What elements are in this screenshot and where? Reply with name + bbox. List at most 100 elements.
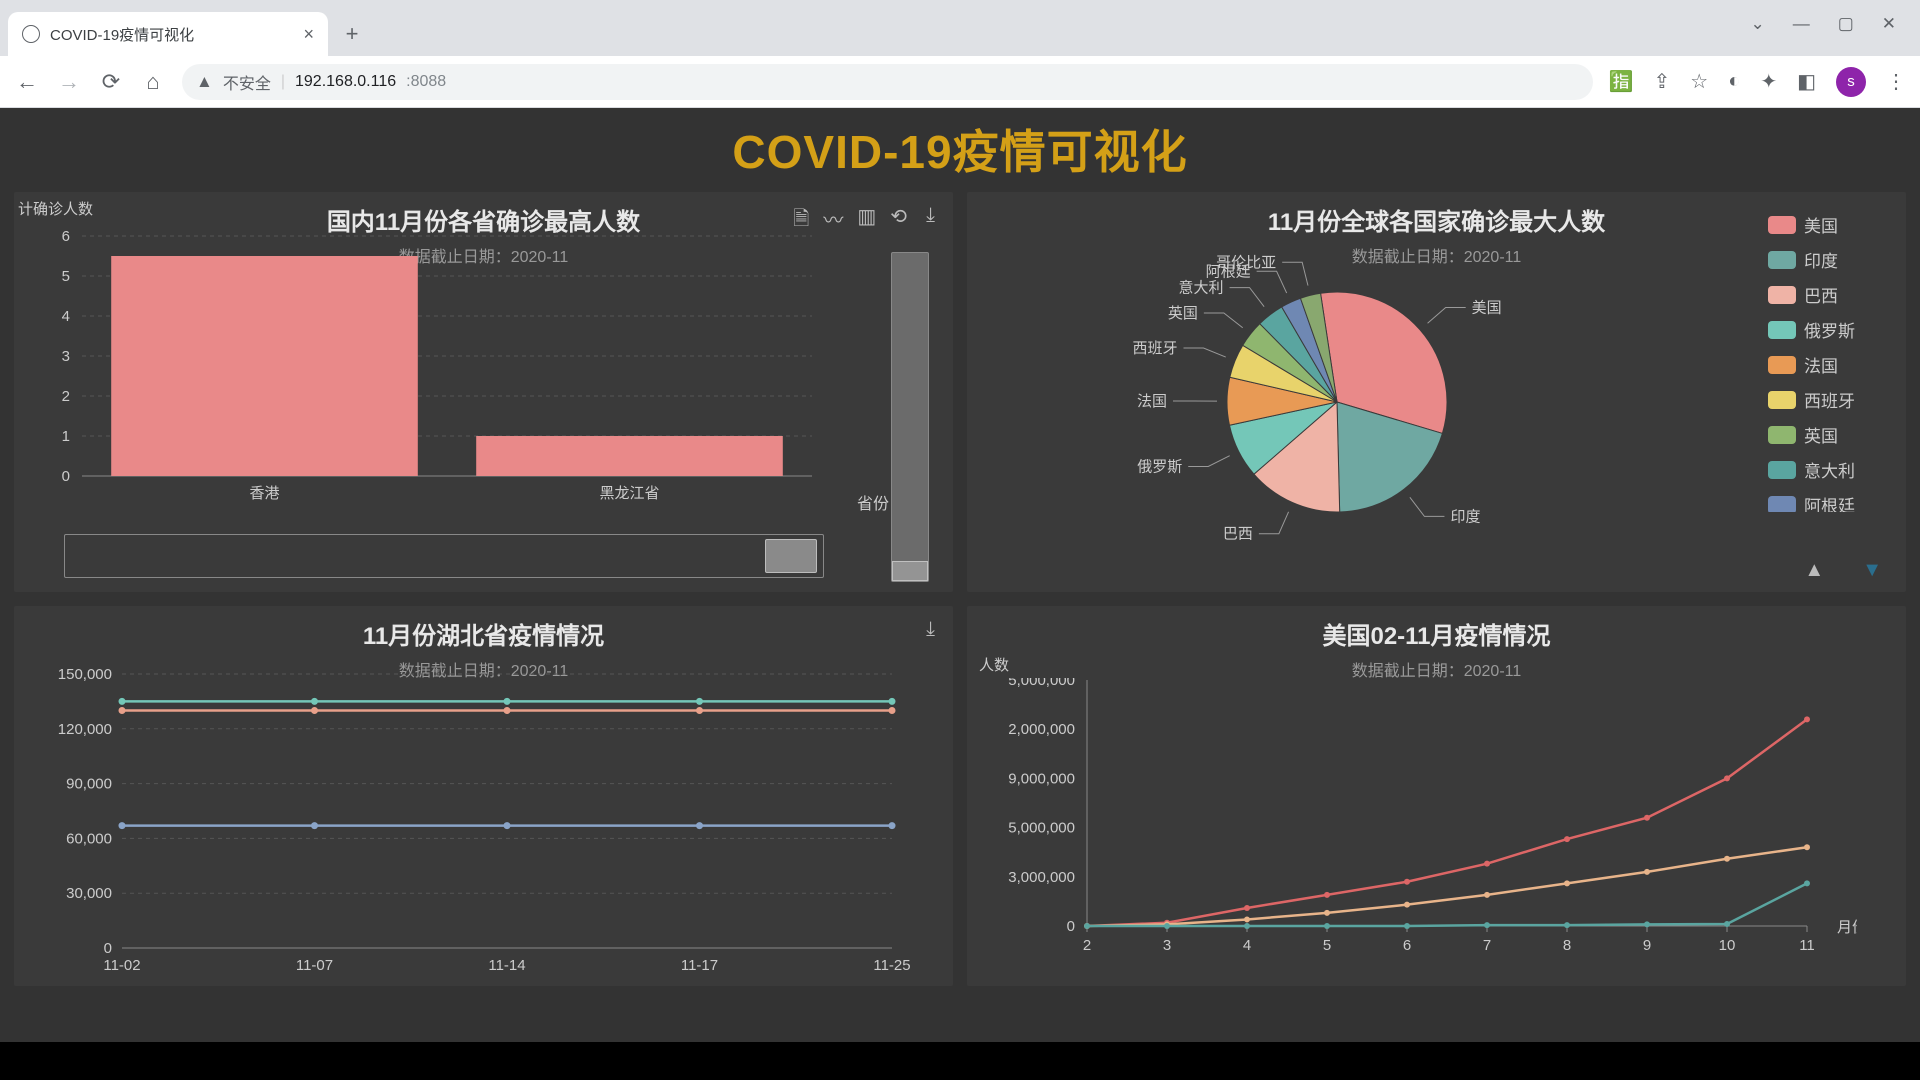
legend-swatch <box>1768 356 1796 374</box>
svg-text:11: 11 <box>1799 937 1815 954</box>
svg-text:5,000,000: 5,000,000 <box>1008 820 1075 837</box>
extensions-icon[interactable]: ✦ <box>1760 69 1777 94</box>
legend-swatch <box>1768 286 1796 304</box>
legend-label: 美国 <box>1804 212 1838 237</box>
close-window-icon[interactable]: ✕ <box>1882 14 1896 34</box>
svg-text:5: 5 <box>62 268 70 285</box>
legend-item[interactable]: 英国 <box>1768 422 1888 447</box>
panel-us: 美国02-11月疫情情况 数据截止日期：2020-11 人数 03,000,00… <box>967 606 1906 986</box>
legend-swatch <box>1768 426 1796 444</box>
forward-icon[interactable]: → <box>56 69 82 95</box>
address-bar: ← → ⟳ ⌂ ▲ 不安全 | 192.168.0.116:8088 🈯 ⇪ ☆… <box>0 56 1920 108</box>
toolbar-icons: 🈯 ⇪ ☆ ◐ ✦ ◧ s ⋮ <box>1609 67 1906 97</box>
bar-toggle-icon[interactable]: ▥ <box>857 204 876 238</box>
vertical-zoom-slider[interactable] <box>891 252 929 582</box>
browser-tab[interactable]: COVID-19疫情可视化 × <box>8 12 328 56</box>
legend-up-icon[interactable]: ▲ <box>1804 559 1824 582</box>
legend-item[interactable]: 西班牙 <box>1768 387 1888 412</box>
restore-icon[interactable]: ⟲ <box>890 204 907 238</box>
download-icon[interactable]: ⤓ <box>926 618 935 641</box>
legend-swatch <box>1768 321 1796 339</box>
omnibox[interactable]: ▲ 不安全 | 192.168.0.116:8088 <box>182 64 1593 100</box>
svg-text:60,000: 60,000 <box>66 830 112 847</box>
svg-text:9: 9 <box>1643 937 1651 954</box>
svg-text:1: 1 <box>62 428 70 445</box>
profile-avatar[interactable]: s <box>1836 67 1866 97</box>
tab-bar: COVID-19疫情可视化 × + ⌄ — ▢ ✕ <box>0 0 1920 56</box>
y-axis-label: 人数 <box>979 654 1009 675</box>
pie-chart: 美国印度巴西俄罗斯法国西班牙英国意大利阿根廷哥伦比亚 <box>987 232 1707 572</box>
svg-text:11-02: 11-02 <box>103 957 140 974</box>
legend-label: 巴西 <box>1804 282 1838 307</box>
svg-text:0: 0 <box>104 940 112 957</box>
legend-item[interactable]: 印度 <box>1768 247 1888 272</box>
url-host: 192.168.0.116 <box>295 73 396 91</box>
svg-text:2: 2 <box>1083 937 1091 954</box>
legend-item[interactable]: 法国 <box>1768 352 1888 377</box>
legend-item[interactable]: 俄罗斯 <box>1768 317 1888 342</box>
svg-text:法国: 法国 <box>1137 393 1167 410</box>
globe-icon <box>22 25 40 43</box>
home-icon[interactable]: ⌂ <box>140 69 166 95</box>
security-label: 不安全 <box>223 70 271 94</box>
legend-swatch <box>1768 461 1796 479</box>
chevron-down-icon[interactable]: ⌄ <box>1750 14 1764 34</box>
svg-text:11-17: 11-17 <box>681 957 718 974</box>
chart-grid: 国内11月份各省确诊最高人数 数据截止日期：2020-11 🗎 〰 ▥ ⟲ ⤓ … <box>14 192 1906 986</box>
svg-text:2,000,000: 2,000,000 <box>1008 721 1075 738</box>
back-icon[interactable]: ← <box>14 69 40 95</box>
svg-text:10: 10 <box>1719 937 1736 954</box>
svg-text:黑龙江省: 黑龙江省 <box>599 485 659 502</box>
legend-label: 阿根廷 <box>1804 492 1855 512</box>
horizontal-zoom-slider[interactable] <box>64 534 824 578</box>
legend-swatch <box>1768 391 1796 409</box>
new-tab-button[interactable]: + <box>334 16 370 52</box>
svg-text:2: 2 <box>62 388 70 405</box>
window-controls: ⌄ — ▢ ✕ <box>1750 0 1920 34</box>
warning-icon: ▲ <box>196 72 213 92</box>
svg-text:11-14: 11-14 <box>488 957 525 974</box>
svg-text:美国: 美国 <box>1472 300 1502 317</box>
browser-chrome: COVID-19疫情可视化 × + ⌄ — ▢ ✕ ← → ⟳ ⌂ ▲ 不安全 … <box>0 0 1920 108</box>
bookmark-icon[interactable]: ☆ <box>1690 69 1708 94</box>
svg-text:哥伦比亚: 哥伦比亚 <box>1216 254 1276 271</box>
tab-title: COVID-19疫情可视化 <box>50 24 194 45</box>
extension-globe-icon[interactable]: ◐ <box>1728 70 1740 93</box>
svg-text:3: 3 <box>62 348 70 365</box>
legend-item[interactable]: 阿根廷 <box>1768 492 1888 512</box>
svg-text:3: 3 <box>1163 937 1171 954</box>
legend-item[interactable]: 美国 <box>1768 212 1888 237</box>
svg-text:150,000: 150,000 <box>58 668 112 683</box>
menu-icon[interactable]: ⋮ <box>1886 69 1906 94</box>
legend-down-icon[interactable]: ▼ <box>1862 559 1882 582</box>
x-axis-label: 省份 <box>857 490 889 514</box>
legend-item[interactable]: 意大利 <box>1768 457 1888 482</box>
svg-text:11-07: 11-07 <box>296 957 333 974</box>
reload-icon[interactable]: ⟳ <box>98 69 124 95</box>
chart-title: 美国02-11月疫情情况 <box>985 616 1888 651</box>
svg-text:0: 0 <box>1067 918 1075 935</box>
bar-chart: 0123456香港黑龙江省 <box>22 226 842 506</box>
zoom-thumb[interactable] <box>765 539 817 573</box>
minimize-icon[interactable]: — <box>1793 14 1810 34</box>
svg-text:4: 4 <box>1243 937 1251 954</box>
panel-pie: 11月份全球各国家确诊最大人数 数据截止日期：2020-11 美国印度巴西俄罗斯… <box>967 192 1906 592</box>
zoom-handle[interactable] <box>892 561 928 581</box>
translate-icon[interactable]: 🈯 <box>1609 69 1634 94</box>
svg-text:90,000: 90,000 <box>66 776 112 793</box>
panel-hubei: 11月份湖北省疫情情况 数据截止日期：2020-11 ⤓ 030,00060,0… <box>14 606 953 986</box>
sidepanel-icon[interactable]: ◧ <box>1797 69 1816 94</box>
svg-text:意大利: 意大利 <box>1179 279 1224 297</box>
legend-swatch <box>1768 216 1796 234</box>
svg-text:3,000,000: 3,000,000 <box>1008 869 1075 886</box>
svg-text:9,000,000: 9,000,000 <box>1008 770 1075 787</box>
svg-text:11-25: 11-25 <box>873 957 910 974</box>
svg-text:6: 6 <box>1403 937 1411 954</box>
legend-swatch <box>1768 251 1796 269</box>
pie-legend: 美国印度巴西俄罗斯法国西班牙英国意大利阿根廷哥伦比亚 <box>1768 212 1888 512</box>
legend-item[interactable]: 巴西 <box>1768 282 1888 307</box>
maximize-icon[interactable]: ▢ <box>1838 14 1854 34</box>
close-tab-icon[interactable]: × <box>303 24 314 45</box>
share-icon[interactable]: ⇪ <box>1654 69 1671 94</box>
download-icon[interactable]: ⤓ <box>926 204 935 227</box>
